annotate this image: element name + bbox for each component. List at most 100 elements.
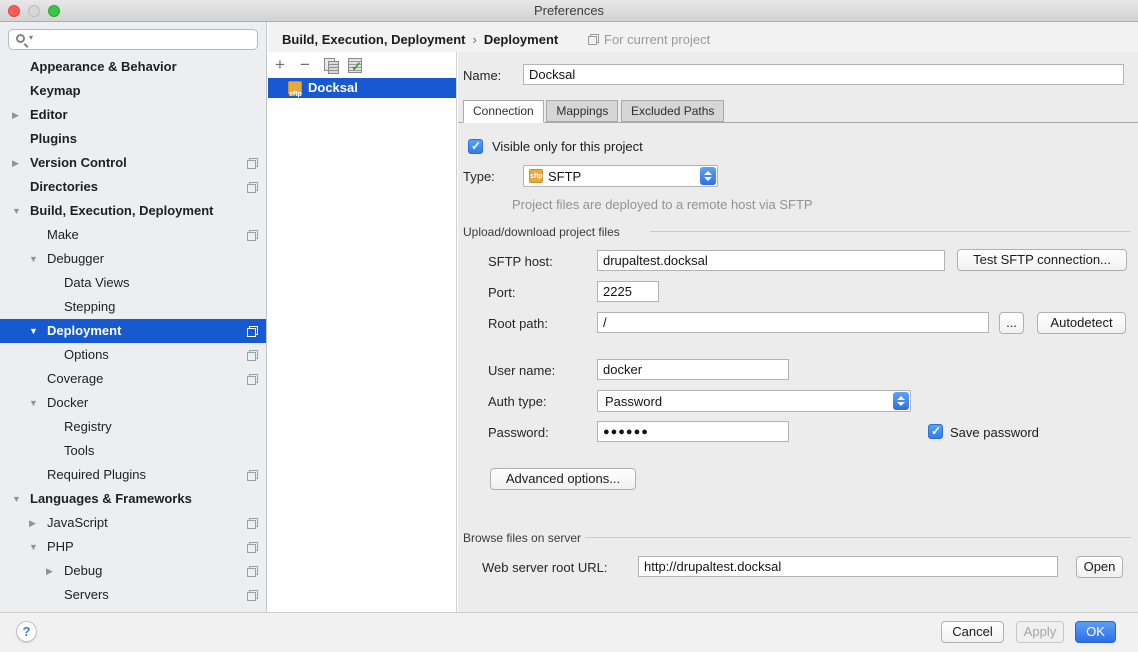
sftp-host-input[interactable] [597, 250, 945, 271]
sidebar-item-label: Required Plugins [47, 463, 146, 487]
add-server-button[interactable]: + [275, 57, 285, 73]
sidebar-item-label: Options [64, 343, 109, 367]
collapse-arrow-icon[interactable]: ▼ [29, 247, 43, 271]
sidebar-item-deployment[interactable]: ▼Deployment [0, 319, 266, 343]
name-label: Name: [463, 68, 501, 83]
per-project-scope-icon [247, 326, 258, 337]
search-icon [16, 34, 25, 43]
settings-search-field[interactable]: ▾ [8, 29, 258, 50]
per-project-scope-icon [247, 542, 258, 553]
type-help-text: Project files are deployed to a remote h… [512, 197, 813, 212]
port-input[interactable] [597, 281, 659, 302]
name-input[interactable] [523, 64, 1124, 85]
breadcrumb-parent[interactable]: Build, Execution, Deployment [282, 32, 465, 47]
sidebar-item-label: Appearance & Behavior [30, 55, 177, 79]
test-sftp-connection-button[interactable]: Test SFTP connection... [957, 249, 1127, 271]
visible-only-checkbox[interactable] [468, 139, 483, 154]
password-input[interactable] [597, 421, 789, 442]
auth-type-select[interactable]: Password [597, 390, 911, 412]
sidebar-item-label: Debug [64, 559, 102, 583]
sidebar-item-editor[interactable]: ▶Editor [0, 103, 266, 127]
sidebar-item-data-views[interactable]: Data Views [0, 271, 266, 295]
sidebar-item-php[interactable]: ▼PHP [0, 535, 266, 559]
sidebar-item-docker[interactable]: ▼Docker [0, 391, 266, 415]
expand-arrow-icon[interactable]: ▶ [12, 151, 26, 175]
sidebar-item-servers[interactable]: Servers [0, 583, 266, 607]
cancel-button[interactable]: Cancel [941, 621, 1004, 643]
sidebar-item-debugger[interactable]: ▼Debugger [0, 247, 266, 271]
section-divider [585, 537, 1131, 538]
sidebar-item-stepping[interactable]: Stepping [0, 295, 266, 319]
ok-button[interactable]: OK [1075, 621, 1116, 643]
password-label: Password: [488, 425, 549, 440]
sidebar-item-label: PHP [47, 535, 74, 559]
per-project-scope-icon [588, 34, 599, 45]
sidebar-item-plugins[interactable]: Plugins [0, 127, 266, 151]
sidebar-item-label: Data Views [64, 271, 130, 295]
sidebar-item-options[interactable]: Options [0, 343, 266, 367]
apply-button[interactable]: Apply [1016, 621, 1064, 643]
sidebar-item-javascript[interactable]: ▶JavaScript [0, 511, 266, 535]
sidebar-item-registry[interactable]: Registry [0, 415, 266, 439]
tab-excluded-paths[interactable]: Excluded Paths [621, 100, 724, 122]
sidebar-item-build-execution-deployment[interactable]: ▼Build, Execution, Deployment [0, 199, 266, 223]
browse-section-title: Browse files on server [463, 531, 581, 545]
sidebar-item-coverage[interactable]: Coverage [0, 367, 266, 391]
breadcrumb: Build, Execution, Deployment›Deployment … [268, 22, 1138, 52]
expand-arrow-icon[interactable]: ▶ [46, 559, 60, 583]
server-list-item-docksal[interactable]: sftp Docksal [268, 78, 456, 98]
sidebar-item-required-plugins[interactable]: Required Plugins [0, 463, 266, 487]
sidebar-item-debug[interactable]: ▶Debug [0, 559, 266, 583]
web-root-input[interactable] [638, 556, 1058, 577]
collapse-arrow-icon[interactable]: ▼ [12, 199, 26, 223]
breadcrumb-separator: › [465, 32, 483, 47]
sidebar-item-label: JavaScript [47, 511, 108, 535]
user-name-label: User name: [488, 363, 555, 378]
browse-root-path-button[interactable]: ... [999, 312, 1024, 334]
search-options-caret-icon[interactable]: ▾ [29, 33, 33, 42]
expand-arrow-icon[interactable]: ▶ [12, 103, 26, 127]
root-path-label: Root path: [488, 316, 548, 331]
footer-bar: ? Cancel Apply OK [0, 612, 1138, 652]
save-password-checkbox[interactable] [928, 424, 943, 439]
open-button[interactable]: Open [1076, 556, 1123, 578]
sidebar-item-label: Stepping [64, 295, 115, 319]
preferences-window: Preferences ▾ Appearance & BehaviorKeyma… [0, 0, 1138, 652]
expand-arrow-icon[interactable]: ▶ [29, 511, 43, 535]
auth-type-value: Password [605, 394, 662, 409]
sidebar-item-appearance-behavior[interactable]: Appearance & Behavior [0, 55, 266, 79]
web-root-label: Web server root URL: [482, 560, 607, 575]
user-name-input[interactable] [597, 359, 789, 380]
tab-mappings[interactable]: Mappings [546, 100, 618, 122]
per-project-scope-icon [247, 350, 258, 361]
root-path-input[interactable] [597, 312, 989, 333]
per-project-scope-icon [247, 158, 258, 169]
server-list-panel: + − ✓ sftp Docksal [268, 52, 457, 612]
check-icon: ✓ [351, 59, 362, 75]
advanced-options-button[interactable]: Advanced options... [490, 468, 636, 490]
collapse-arrow-icon[interactable]: ▼ [12, 487, 26, 511]
tab-connection[interactable]: Connection [463, 100, 544, 123]
autodetect-button[interactable]: Autodetect [1037, 312, 1126, 334]
collapse-arrow-icon[interactable]: ▼ [29, 319, 43, 343]
sidebar-item-label: Languages & Frameworks [30, 487, 192, 511]
sidebar-item-directories[interactable]: Directories [0, 175, 266, 199]
type-select[interactable]: sftp SFTP [523, 165, 718, 187]
help-button[interactable]: ? [16, 621, 37, 642]
sidebar-item-version-control[interactable]: ▶Version Control [0, 151, 266, 175]
per-project-scope-icon [247, 374, 258, 385]
per-project-scope-icon [247, 590, 258, 601]
copy-server-button[interactable] [324, 58, 338, 73]
set-default-server-button[interactable]: ✓ [348, 58, 362, 72]
sftp-host-label: SFTP host: [488, 254, 553, 269]
sidebar-item-tools[interactable]: Tools [0, 439, 266, 463]
sidebar-item-keymap[interactable]: Keymap [0, 79, 266, 103]
titlebar: Preferences [0, 0, 1138, 22]
sidebar-item-label: Deployment [47, 319, 121, 343]
collapse-arrow-icon[interactable]: ▼ [29, 391, 43, 415]
type-value: SFTP [548, 169, 581, 184]
sidebar-item-languages-frameworks[interactable]: ▼Languages & Frameworks [0, 487, 266, 511]
collapse-arrow-icon[interactable]: ▼ [29, 535, 43, 559]
sidebar-item-make[interactable]: Make [0, 223, 266, 247]
remove-server-button[interactable]: − [300, 57, 310, 73]
